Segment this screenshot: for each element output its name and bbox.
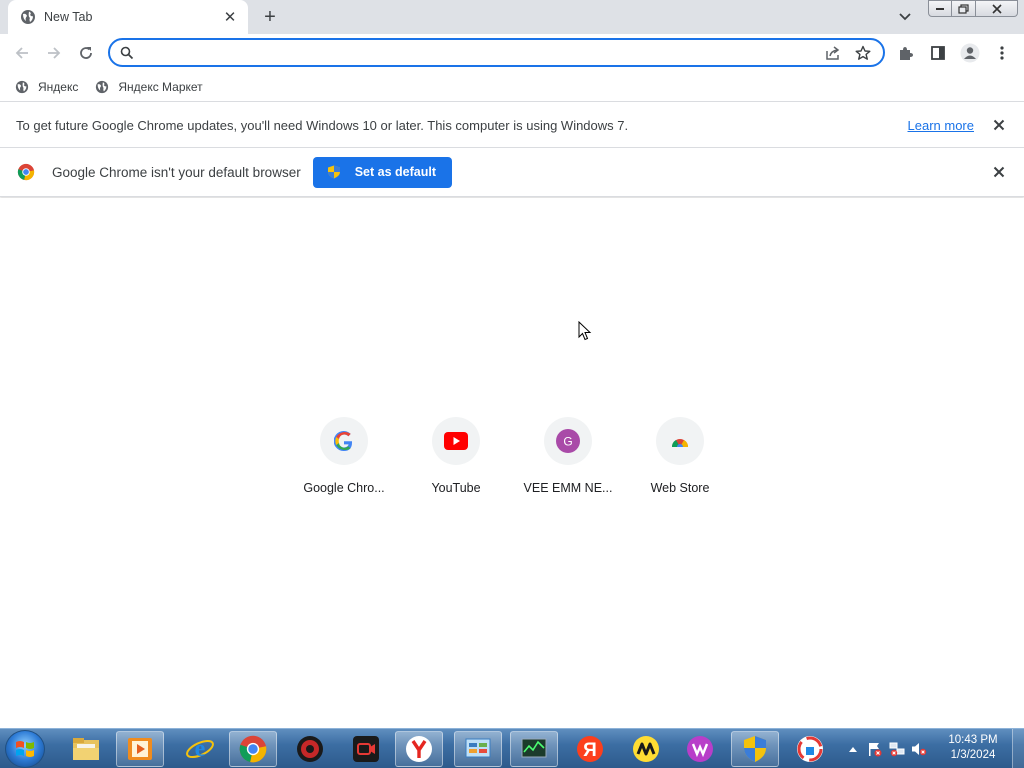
system-tray (842, 733, 930, 765)
menu-button[interactable] (989, 40, 1015, 66)
omnibox-input[interactable] (144, 42, 815, 63)
close-window-button[interactable] (976, 0, 1018, 17)
task-manager-icon[interactable] (510, 731, 558, 767)
close-infobar-icon[interactable] (990, 116, 1008, 134)
screen-recorder-icon[interactable] (342, 731, 390, 767)
set-as-default-label: Set as default (354, 165, 436, 179)
bookmark-yandex[interactable]: Яндекс (14, 79, 78, 95)
control-panel-icon[interactable] (454, 731, 502, 767)
shortcut-label: VEE EMM NE... (523, 481, 613, 495)
yandex-market-icon[interactable] (622, 731, 670, 767)
globe-icon (14, 79, 30, 95)
search-icon (118, 44, 136, 62)
side-panel-button[interactable] (925, 40, 951, 66)
reload-button[interactable] (73, 40, 99, 66)
profile-avatar-icon (960, 43, 980, 63)
google-icon (320, 417, 368, 465)
bookmark-label: Яндекс Маркет (118, 79, 203, 94)
shortcut-tiles: Google Chro... YouTube G VEE EMM NE... W… (288, 417, 736, 507)
clock-date: 1/3/2024 (950, 749, 996, 761)
back-button[interactable] (9, 40, 35, 66)
bookmarks-bar: Яндекс Яндекс Маркет (0, 72, 1024, 102)
puzzle-icon (900, 47, 913, 60)
vpn-app-icon[interactable] (786, 731, 834, 767)
shortcut-label: Google Chro... (303, 481, 385, 495)
chrome-logo-icon (16, 162, 36, 182)
new-tab-page: Google Chro... YouTube G VEE EMM NE... W… (0, 198, 1024, 728)
explorer-folder-icon[interactable] (62, 731, 110, 767)
shortcut-tile[interactable]: G VEE EMM NE... (512, 417, 624, 507)
svg-text:Я: Я (583, 740, 597, 761)
network-icon[interactable] (886, 738, 908, 760)
youtube-icon (432, 417, 480, 465)
restore-button[interactable] (952, 0, 976, 17)
share-icon[interactable] (821, 41, 845, 65)
profile-button[interactable] (957, 40, 983, 66)
yandex-icon[interactable]: Я (566, 731, 614, 767)
internet-explorer-icon[interactable]: e (176, 731, 224, 767)
action-center-flag-icon[interactable] (864, 738, 886, 760)
yandex-browser-icon[interactable] (395, 731, 443, 767)
windows-logo-icon (16, 741, 34, 757)
back-arrow-icon (15, 47, 28, 59)
address-bar[interactable] (108, 38, 885, 67)
default-browser-infobar: Google Chrome isn't your default browser… (0, 148, 1024, 197)
globe-icon (94, 79, 110, 95)
set-as-default-button[interactable]: Set as default (312, 156, 452, 188)
avatar-letter: G (563, 435, 572, 449)
default-browser-message: Google Chrome isn't your default browser (52, 164, 301, 180)
volume-muted-icon[interactable] (908, 738, 930, 760)
show-hidden-icons-icon[interactable] (842, 738, 864, 760)
browser-toolbar (0, 34, 1024, 72)
minimize-button[interactable] (928, 0, 952, 17)
kebab-menu-icon (1000, 46, 1004, 60)
security-shield-icon[interactable] (731, 731, 779, 767)
letter-g-avatar-icon: G (544, 417, 592, 465)
taskbar-clock[interactable]: 10:43 PM 1/3/2024 (940, 733, 1006, 765)
start-button[interactable] (5, 730, 45, 768)
shortcut-label: Web Store (650, 481, 710, 495)
update-message: To get future Google Chrome updates, you… (16, 117, 629, 133)
chrome-taskbar-icon[interactable] (229, 731, 277, 767)
shortcut-label: YouTube (431, 481, 481, 495)
reload-icon (80, 47, 92, 59)
clock-time: 10:43 PM (948, 734, 998, 746)
windows-taskbar: e Я 10:43 PM 1/3/2024 (0, 728, 1024, 768)
bookmark-star-icon[interactable] (851, 41, 875, 65)
forward-arrow-icon (48, 47, 61, 59)
new-tab-button[interactable]: + (258, 5, 282, 29)
tab-new-tab[interactable]: New Tab ✕ (8, 0, 248, 34)
tab-strip: New Tab ✕ + (0, 0, 1024, 34)
learn-more-link[interactable]: Learn more (908, 118, 974, 133)
extensions-button[interactable] (893, 40, 919, 66)
update-infobar: To get future Google Chrome updates, you… (0, 103, 1024, 148)
forward-button[interactable] (41, 40, 67, 66)
media-player-icon[interactable] (116, 731, 164, 767)
mouse-cursor-icon (578, 321, 592, 341)
window-caption-buttons (928, 0, 1018, 17)
tab-title: New Tab (44, 10, 93, 24)
close-tab-icon[interactable]: ✕ (222, 9, 238, 26)
web-store-icon (656, 417, 704, 465)
show-desktop-button[interactable] (1012, 729, 1024, 768)
side-panel-icon (931, 46, 945, 60)
shortcut-tile[interactable]: Web Store (624, 417, 736, 507)
svg-text:e: e (195, 736, 206, 762)
game-app-icon[interactable] (286, 731, 334, 767)
wifi-app-icon[interactable] (676, 731, 724, 767)
bookmark-label: Яндекс (38, 79, 79, 94)
globe-icon (20, 9, 36, 25)
uac-shield-icon (327, 165, 341, 179)
shortcut-tile[interactable]: YouTube (400, 417, 512, 507)
bookmark-yandex-market[interactable]: Яндекс Маркет (94, 79, 203, 95)
tab-search-chevron-icon[interactable] (893, 6, 917, 28)
shortcut-tile[interactable]: Google Chro... (288, 417, 400, 507)
close-infobar-icon[interactable] (990, 163, 1008, 181)
